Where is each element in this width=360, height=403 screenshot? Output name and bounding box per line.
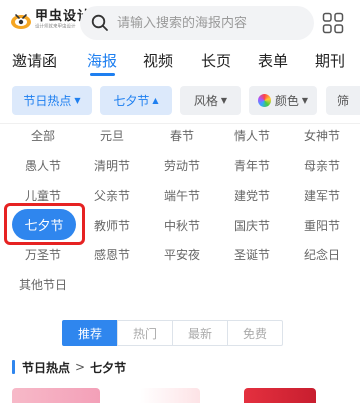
logo-subtitle: 设计师就来甲虫设计 (35, 24, 76, 30)
breadcrumb-bar (12, 360, 15, 374)
top-header: 甲虫设计 设计师就来甲虫设计 (0, 0, 360, 46)
festival-christmas-eve[interactable]: 平安夜 (164, 248, 200, 262)
festival-other[interactable]: 其他节日 (19, 278, 67, 292)
festival-anniversary[interactable]: 纪念日 (304, 248, 340, 262)
festival-valentine[interactable]: 情人节 (234, 129, 270, 143)
festival-party-day[interactable]: 建党节 (234, 189, 270, 203)
caret-up-icon: ▲ (152, 96, 159, 105)
active-tab-indicator (90, 73, 115, 76)
festival-youth-day[interactable]: 青年节 (234, 159, 270, 173)
filter-color-label: 颜色 (274, 94, 299, 108)
festival-double-ninth[interactable]: 重阳节 (304, 219, 340, 233)
tab-journal[interactable]: 期刊 (315, 50, 345, 72)
tab-form[interactable]: 表单 (258, 50, 288, 72)
festival-womens-day[interactable]: 女神节 (304, 129, 340, 143)
tab-invitation[interactable]: 邀请函 (12, 50, 57, 72)
filter-festival-hot[interactable]: 节日热点 ▼ (12, 86, 92, 115)
filter-festival-hot-label: 节日热点 (23, 94, 72, 108)
filter-more[interactable]: 筛 (326, 86, 360, 115)
filter-qixi[interactable]: 七夕节 ▲ (100, 86, 172, 115)
logo[interactable]: 甲虫设计 设计师就来甲虫设计 (10, 9, 91, 31)
tab-poster[interactable]: 海报 (87, 50, 117, 72)
template-thumbnail[interactable] (12, 388, 100, 403)
filter-more-label: 筛 (337, 94, 350, 108)
search-input[interactable] (117, 15, 307, 31)
search-icon (91, 14, 108, 31)
festival-army-day[interactable]: 建军节 (304, 189, 340, 203)
festival-fathers-day[interactable]: 父亲节 (94, 189, 130, 203)
festival-national-day[interactable]: 国庆节 (234, 219, 270, 233)
grid-menu-icon[interactable] (322, 12, 344, 34)
festival-new-year[interactable]: 元旦 (100, 129, 124, 143)
template-thumbnail[interactable] (244, 388, 316, 403)
festival-mid-autumn[interactable]: 中秋节 (164, 219, 200, 233)
filter-qixi-label: 七夕节 (113, 94, 150, 108)
caret-down-icon: ▼ (74, 96, 81, 105)
color-wheel-icon (257, 94, 271, 107)
festival-qingming[interactable]: 清明节 (94, 159, 130, 173)
festival-teachers-day[interactable]: 教师节 (94, 219, 130, 233)
category-tabs: 邀请函 海报 视频 长页 表单 期刊 (0, 50, 360, 78)
breadcrumb-parent[interactable]: 节日热点 (22, 359, 70, 376)
filter-style[interactable]: 风格 ▼ (180, 86, 241, 115)
breadcrumb-current: 七夕节 (90, 360, 127, 375)
tab-long-page[interactable]: 长页 (201, 50, 231, 72)
filter-color[interactable]: 颜色 ▼ (249, 86, 317, 115)
sort-segmented-control: 推荐 热门 最新 免费 (62, 320, 283, 346)
search-bar[interactable] (80, 6, 314, 40)
sort-latest[interactable]: 最新 (172, 320, 228, 346)
highlight-box (4, 203, 85, 245)
breadcrumb: 节日热点 > 七夕节 (12, 359, 126, 375)
festival-all[interactable]: 全部 (31, 129, 55, 143)
festival-christmas[interactable]: 圣诞节 (234, 248, 270, 262)
caret-down-icon: ▼ (220, 96, 228, 105)
festival-april-fools[interactable]: 愚人节 (25, 159, 61, 173)
festival-childrens-day[interactable]: 儿童节 (25, 189, 61, 203)
sort-recommended[interactable]: 推荐 (62, 320, 118, 346)
festival-mothers-day[interactable]: 母亲节 (304, 159, 340, 173)
festival-thanksgiving[interactable]: 感恩节 (94, 248, 130, 262)
breadcrumb-arrow: > (75, 360, 86, 374)
beetle-logo-icon (11, 14, 31, 29)
festival-labor-day[interactable]: 劳动节 (164, 159, 200, 173)
festival-dragon-boat[interactable]: 端午节 (164, 189, 200, 203)
festival-halloween[interactable]: 万圣节 (25, 248, 61, 262)
tab-video[interactable]: 视频 (143, 50, 173, 72)
divider (0, 123, 360, 124)
festival-spring[interactable]: 春节 (170, 129, 194, 143)
template-thumbnail[interactable] (140, 388, 200, 403)
sort-hot[interactable]: 热门 (117, 320, 173, 346)
filter-style-label: 风格 (193, 94, 218, 108)
caret-down-icon: ▼ (301, 96, 309, 105)
sort-free[interactable]: 免费 (227, 320, 283, 346)
